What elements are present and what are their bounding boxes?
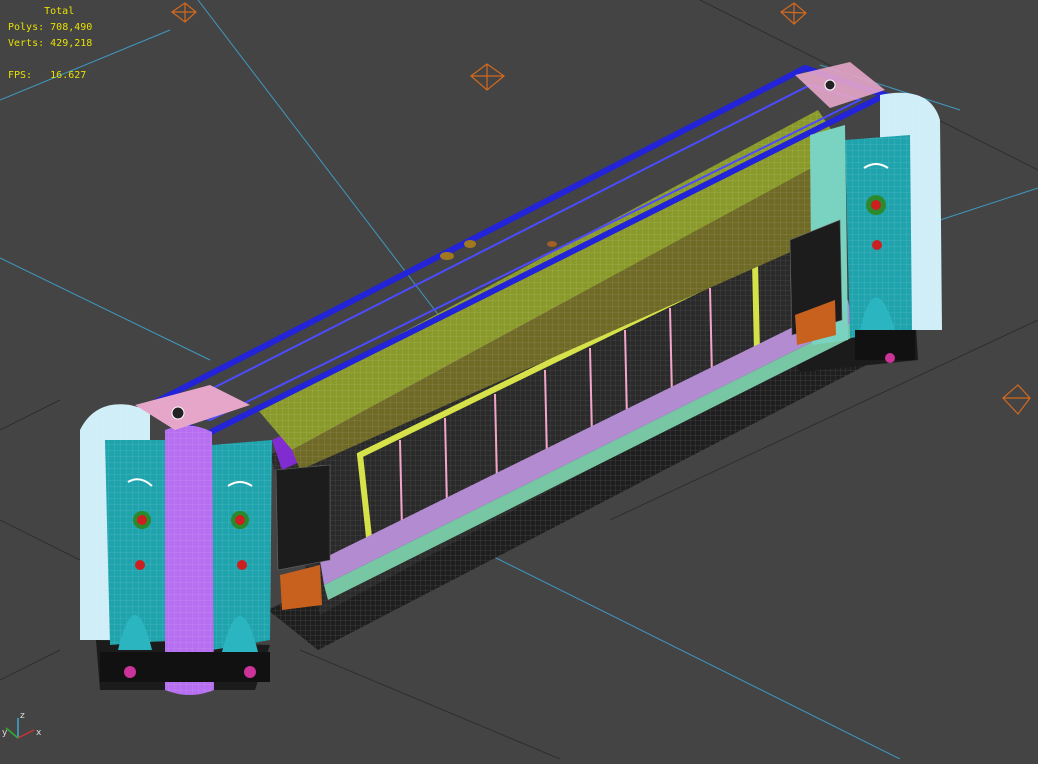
viewport-3d[interactable]: z x y (0, 0, 1038, 760)
axis-tripod-icon: z x y (2, 711, 42, 739)
stats-header: Total (44, 6, 75, 17)
verts-label: Verts: (8, 38, 45, 49)
fps-value: 16.627 (50, 70, 87, 81)
polys-label: Polys: (8, 22, 45, 33)
step-left (280, 565, 322, 610)
polys-value: 708,490 (50, 22, 93, 33)
wireframe-scene: z x y (0, 0, 1038, 760)
viewport-statistics: Total Polys: 708,490 Verts: 429,218 FPS:… (8, 4, 92, 84)
verts-value: 429,218 (50, 38, 93, 49)
fps-label: FPS: (8, 70, 33, 81)
axis-x-label: x (36, 728, 42, 738)
axis-y-label: y (2, 728, 8, 738)
axis-z-label: z (20, 711, 25, 721)
